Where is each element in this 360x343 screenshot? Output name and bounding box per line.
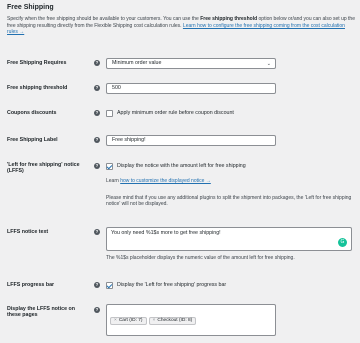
lffs-display-pages-multiselect[interactable]: × Cart (ID: 7) × Checkout (ID: 8) (106, 304, 276, 336)
section-intro: Specify when the free shipping should be… (7, 16, 355, 36)
lffs-notice-text-textarea[interactable]: You only need %1$s more to get free ship… (106, 227, 352, 251)
help-icon[interactable] (94, 282, 100, 288)
lffs-notice-text-label: LFFS notice text (7, 229, 49, 235)
coupons-discounts-checkbox-label: Apply minimum order rule before coupon d… (117, 110, 234, 116)
lffs-notice-label: 'Left for free shipping' notice (LFFS) (7, 162, 80, 175)
section-title: Free Shipping (7, 4, 54, 11)
free-shipping-threshold-label: Free shipping threshold (7, 85, 68, 91)
lffs-notice-checkbox[interactable] (106, 163, 113, 170)
lffs-notice-checkbox-label: Display the notice with the amount left … (117, 163, 246, 169)
help-icon[interactable] (94, 110, 100, 116)
lffs-plugin-note: Please mind that if you use any addition… (106, 195, 352, 208)
help-icon[interactable] (94, 60, 100, 66)
close-icon[interactable]: × (153, 318, 156, 323)
lffs-display-pages-label: Display the LFFS notice on these pages (7, 306, 75, 319)
free-shipping-label-label: Free Shipping Label (7, 137, 58, 143)
help-icon[interactable] (94, 85, 100, 91)
lffs-progress-bar-checkbox-label: Display the 'Left for free shipping' pro… (117, 282, 227, 288)
help-icon[interactable] (94, 163, 100, 169)
page-chip-cart[interactable]: × Cart (ID: 7) (110, 317, 147, 325)
page-chip-checkout[interactable]: × Checkout (ID: 8) (148, 317, 197, 325)
free-shipping-requires-label: Free Shipping Requires (7, 60, 67, 66)
lffs-learn-text: Learn how to customize the displayed not… (106, 178, 211, 184)
help-icon[interactable] (94, 307, 100, 313)
coupons-discounts-label: Coupons discounts (7, 110, 57, 116)
free-shipping-threshold-input[interactable]: 500 (106, 83, 276, 94)
customize-notice-link[interactable]: how to customize the displayed notice → (120, 178, 211, 184)
lffs-progress-bar-checkbox[interactable] (106, 282, 113, 289)
free-shipping-requires-select[interactable]: Minimum order value ⌄ (106, 58, 276, 69)
free-shipping-label-input[interactable]: Free shipping! (106, 135, 276, 146)
close-icon[interactable]: × (114, 318, 117, 323)
grammarly-icon[interactable]: G (338, 238, 347, 247)
coupons-discounts-checkbox[interactable] (106, 110, 113, 117)
help-icon[interactable] (94, 229, 100, 235)
chevron-down-icon: ⌄ (266, 61, 271, 67)
lffs-notice-text-helper: The %1$s placeholder displays the numeri… (106, 255, 295, 261)
lffs-progress-bar-label: LFFS progress bar (7, 282, 55, 288)
help-icon[interactable] (94, 137, 100, 143)
